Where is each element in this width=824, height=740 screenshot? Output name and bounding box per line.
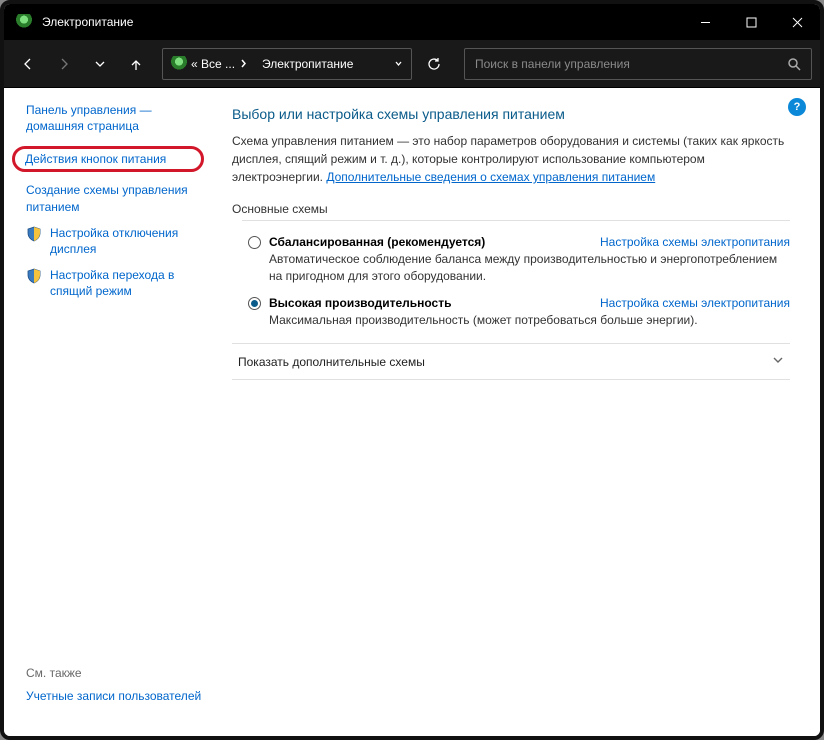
sidebar-item-power-buttons[interactable]: Действия кнопок питания: [12, 146, 204, 172]
up-button[interactable]: [120, 48, 152, 80]
control-panel-icon: [171, 56, 187, 72]
expand-label: Показать дополнительные схемы: [238, 355, 425, 369]
plans-group: Сбалансированная (рекомендуется) Настрой…: [242, 220, 790, 331]
sidebar-item-label: Настройка отключения дисплея: [50, 225, 204, 257]
search-placeholder: Поиск в панели управления: [475, 57, 787, 71]
plan-name: Высокая производительность: [269, 296, 451, 310]
forward-button[interactable]: [48, 48, 80, 80]
shield-icon: [26, 268, 42, 284]
plan-desc: Автоматическое соблюдение баланса между …: [269, 251, 790, 286]
page-intro: Схема управления питанием — это набор па…: [232, 132, 790, 186]
sidebar-item-display-off[interactable]: Настройка отключения дисплея: [26, 225, 204, 257]
sidebar-item-label: Настройка перехода в спящий режим: [50, 267, 204, 299]
main-panel: Выбор или настройка схемы управления пит…: [214, 88, 820, 736]
nav-bar: « Все ... Электропитание Поиск в панели …: [4, 40, 820, 88]
see-also-label: См. также: [26, 666, 204, 680]
breadcrumb-current: Электропитание: [262, 57, 353, 71]
search-icon: [787, 57, 801, 71]
see-also-link-users[interactable]: Учетные записи пользователей: [26, 688, 204, 704]
back-button[interactable]: [12, 48, 44, 80]
radio-balanced[interactable]: [248, 236, 261, 249]
plans-group-label: Основные схемы: [232, 202, 790, 216]
window-title: Электропитание: [42, 15, 682, 29]
minimize-button[interactable]: [682, 4, 728, 40]
recent-locations-button[interactable]: [84, 48, 116, 80]
radio-high-performance[interactable]: [248, 297, 261, 310]
show-additional-plans[interactable]: Показать дополнительные схемы: [232, 343, 790, 380]
shield-icon: [26, 226, 42, 242]
page-heading: Выбор или настройка схемы управления пит…: [232, 106, 790, 122]
power-plan-row: Высокая производительность Настройка схе…: [242, 288, 790, 331]
refresh-button[interactable]: [418, 48, 450, 80]
address-dropdown[interactable]: [385, 59, 411, 68]
sidebar-item-create-plan[interactable]: Создание схемы управления питанием: [26, 182, 204, 214]
close-button[interactable]: [774, 4, 820, 40]
plan-settings-link[interactable]: Настройка схемы электропитания: [600, 296, 790, 310]
address-bar[interactable]: « Все ... Электропитание: [162, 48, 412, 80]
sidebar: Панель управления — домашняя страница Де…: [4, 88, 214, 736]
plan-settings-link[interactable]: Настройка схемы электропитания: [600, 235, 790, 249]
help-button[interactable]: ?: [788, 98, 806, 116]
maximize-button[interactable]: [728, 4, 774, 40]
app-icon: [16, 14, 32, 30]
search-input[interactable]: Поиск в панели управления: [464, 48, 812, 80]
chevron-right-icon: [239, 57, 248, 71]
learn-more-link[interactable]: Дополнительные сведения о схемах управле…: [326, 170, 655, 184]
breadcrumb-root: « Все ...: [191, 57, 235, 71]
sidebar-home-link[interactable]: Панель управления — домашняя страница: [26, 102, 204, 134]
sidebar-item-sleep[interactable]: Настройка перехода в спящий режим: [26, 267, 204, 299]
chevron-down-icon: [772, 354, 784, 369]
power-plan-row: Сбалансированная (рекомендуется) Настрой…: [242, 227, 790, 288]
title-bar: Электропитание: [4, 4, 820, 40]
plan-desc: Максимальная производительность (может п…: [269, 312, 790, 329]
sidebar-item-label: Создание схемы управления питанием: [26, 182, 204, 214]
plan-name: Сбалансированная (рекомендуется): [269, 235, 485, 249]
